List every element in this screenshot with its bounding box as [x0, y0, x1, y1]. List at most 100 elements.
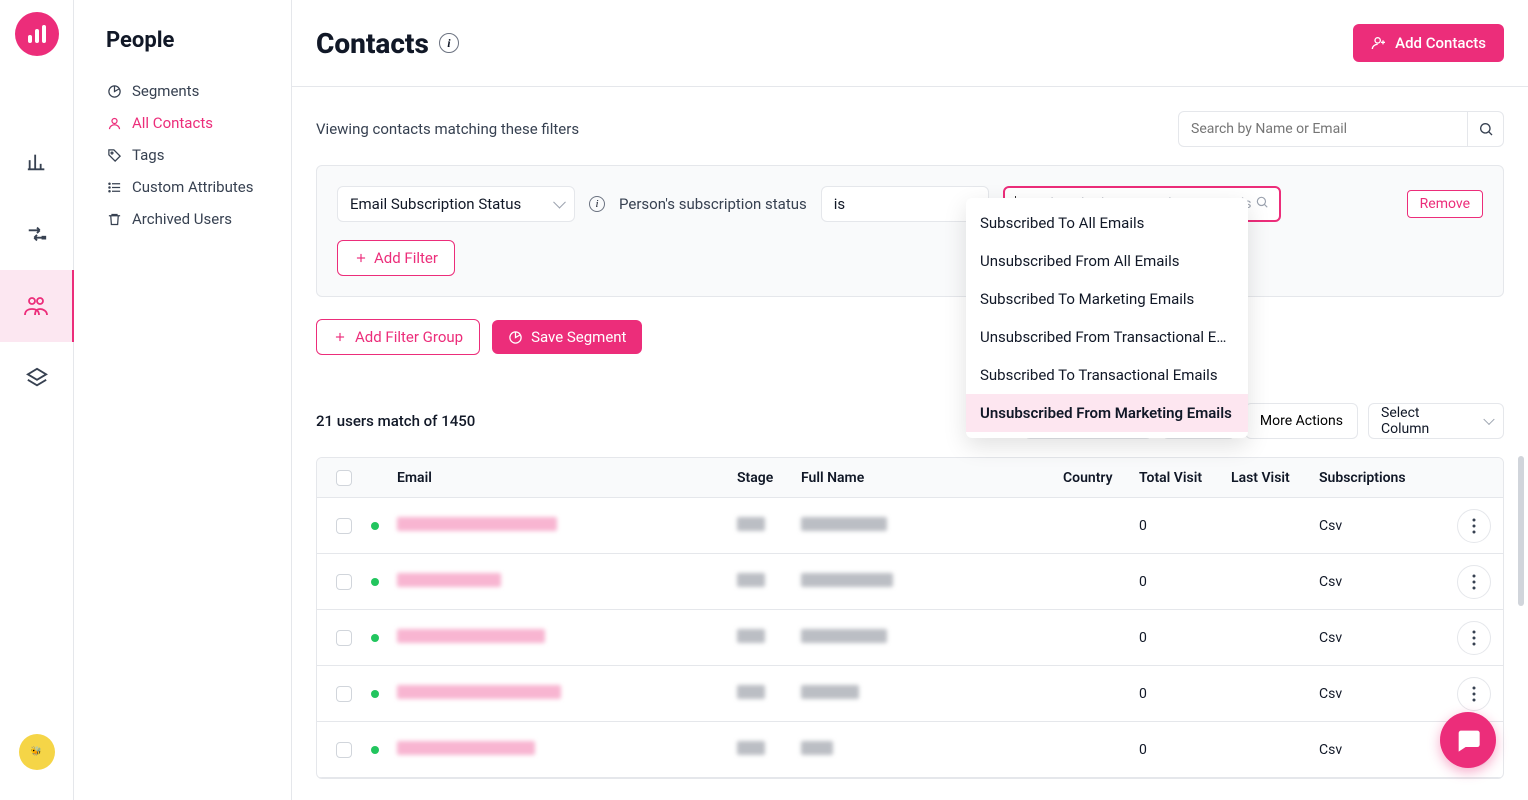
sidebar-item-label: Archived Users	[132, 210, 232, 228]
save-segment-button[interactable]: Save Segment	[492, 320, 642, 354]
brand-badge[interactable]: 🐝	[19, 734, 55, 770]
cell-subscriptions: Csv	[1319, 630, 1445, 646]
col-country[interactable]: Country	[1063, 470, 1139, 486]
scrollbar[interactable]	[1518, 456, 1524, 606]
info-icon[interactable]: i	[589, 196, 605, 212]
segment-actions: Add Filter Group Save Segment	[316, 319, 1504, 355]
row-menu-button[interactable]	[1457, 621, 1491, 655]
col-subscriptions[interactable]: Subscriptions	[1319, 470, 1445, 486]
page-title: Contacts i	[316, 27, 459, 60]
sidebar-item-label: Custom Attributes	[132, 178, 253, 196]
row-menu-button[interactable]	[1457, 565, 1491, 599]
table-row: 0 Csv	[317, 722, 1503, 778]
sidebar: People Segments All Contacts Tags Custom…	[74, 0, 292, 800]
dropdown-option[interactable]: Subscribed To Marketing Emails	[966, 280, 1248, 318]
user-icon	[106, 115, 122, 131]
cell-subscriptions: Csv	[1319, 518, 1445, 534]
rail-people[interactable]	[0, 270, 74, 342]
email-redacted[interactable]	[397, 741, 535, 755]
remove-filter-button[interactable]: Remove	[1407, 190, 1483, 218]
sidebar-item-tags[interactable]: Tags	[98, 139, 281, 171]
dropdown-option[interactable]: Subscribed To All Emails	[966, 204, 1248, 242]
name-redacted	[801, 741, 833, 755]
dropdown-option[interactable]: Unsubscribed From Marketing Emails	[966, 394, 1248, 432]
save-segment-label: Save Segment	[531, 328, 626, 346]
filter-header-row: Viewing contacts matching these filters	[316, 111, 1504, 147]
more-actions-button[interactable]: More Actions	[1245, 403, 1358, 439]
main-content: Contacts i Add Contacts Viewing contacts…	[292, 0, 1528, 800]
email-redacted[interactable]	[397, 685, 561, 699]
col-stage[interactable]: Stage	[737, 470, 801, 486]
row-checkbox[interactable]	[336, 574, 352, 590]
add-filter-group-button[interactable]: Add Filter Group	[316, 319, 480, 355]
filter-attribute-select[interactable]: Email Subscription Status	[337, 186, 575, 222]
row-checkbox[interactable]	[336, 686, 352, 702]
add-contacts-button[interactable]: Add Contacts	[1353, 24, 1504, 62]
sidebar-item-segments[interactable]: Segments	[98, 75, 281, 107]
sidebar-item-label: All Contacts	[132, 114, 213, 132]
table-row: 0 Csv	[317, 610, 1503, 666]
search-icon	[1255, 195, 1269, 213]
pie-icon	[508, 330, 523, 345]
search-button[interactable]	[1468, 111, 1504, 147]
col-lastvisit[interactable]: Last Visit	[1231, 470, 1319, 486]
page-header: Contacts i Add Contacts	[292, 0, 1528, 87]
dropdown-option[interactable]: Unsubscribed From Transactional Em…	[966, 318, 1248, 356]
col-fullname[interactable]: Full Name	[801, 470, 1063, 486]
rail-analytics[interactable]	[0, 126, 74, 198]
rail-automation[interactable]	[0, 198, 74, 270]
plus-icon	[354, 251, 368, 265]
stage-redacted	[737, 629, 765, 643]
cell-totalvisit: 0	[1139, 742, 1231, 758]
email-redacted[interactable]	[397, 629, 545, 643]
rail-content[interactable]	[0, 342, 74, 414]
col-totalvisit[interactable]: Total Visit	[1139, 470, 1231, 486]
page-title-text: Contacts	[316, 27, 429, 60]
sidebar-item-all-contacts[interactable]: All Contacts	[98, 107, 281, 139]
chat-icon	[1454, 726, 1482, 754]
chat-fab[interactable]	[1440, 712, 1496, 768]
table-row: 0Csv	[317, 666, 1503, 722]
row-checkbox[interactable]	[336, 742, 352, 758]
filter-operator-value: is	[834, 195, 845, 213]
user-plus-icon	[1371, 35, 1387, 51]
stage-redacted	[737, 573, 765, 587]
cell-subscriptions: Csv	[1319, 574, 1445, 590]
select-all-checkbox[interactable]	[336, 470, 352, 486]
sidebar-title: People	[106, 28, 281, 53]
filter-attribute-value: Email Subscription Status	[350, 195, 521, 213]
table-row: 0Csv	[317, 554, 1503, 610]
search-wrap	[1178, 111, 1504, 147]
dropdown-option[interactable]: Subscribed To Transactional Emails	[966, 356, 1248, 394]
row-menu-button[interactable]	[1457, 509, 1491, 543]
filter-group: Email Subscription Status i Person's sub…	[316, 165, 1504, 297]
info-icon[interactable]: i	[439, 33, 459, 53]
status-dot	[371, 746, 379, 754]
cell-totalvisit: 0	[1139, 518, 1231, 534]
add-filter-group-label: Add Filter Group	[355, 328, 463, 346]
col-email[interactable]: Email	[397, 470, 737, 486]
filter-operator-select[interactable]: is	[821, 186, 989, 222]
add-filter-button[interactable]: Add Filter	[337, 240, 455, 276]
search-input[interactable]	[1178, 111, 1468, 147]
email-redacted[interactable]	[397, 517, 557, 531]
dropdown-option[interactable]: Unsubscribed From All Emails	[966, 242, 1248, 280]
row-checkbox[interactable]	[336, 518, 352, 534]
pie-icon	[106, 83, 122, 99]
row-checkbox[interactable]	[336, 630, 352, 646]
stage-redacted	[737, 685, 765, 699]
sidebar-item-archived-users[interactable]: Archived Users	[98, 203, 281, 235]
contacts-table: Email Stage Full Name Country Total Visi…	[316, 457, 1504, 779]
filter-row: Email Subscription Status i Person's sub…	[337, 186, 1483, 222]
list-icon	[106, 179, 122, 195]
filter-hint: Person's subscription status	[619, 195, 807, 213]
row-menu-button[interactable]	[1457, 677, 1491, 711]
select-column-dropdown[interactable]: Select Column	[1368, 403, 1504, 439]
cell-subscriptions: Csv	[1319, 742, 1445, 758]
sidebar-item-custom-attributes[interactable]: Custom Attributes	[98, 171, 281, 203]
status-dot	[371, 578, 379, 586]
email-redacted[interactable]	[397, 573, 501, 587]
name-redacted	[801, 685, 859, 699]
cell-totalvisit: 0	[1139, 630, 1231, 646]
app-logo[interactable]	[15, 12, 59, 56]
